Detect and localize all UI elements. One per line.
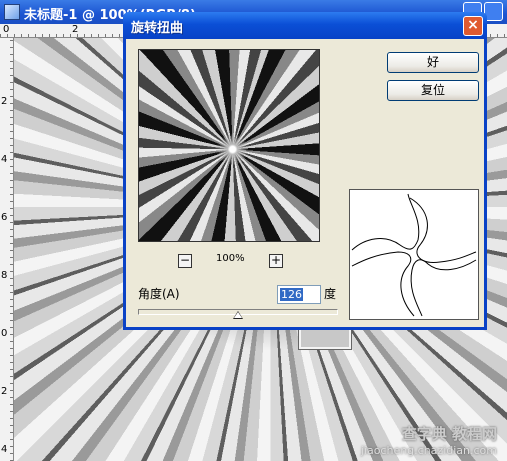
ruler-left-label: 4 (1, 154, 8, 165)
angle-input[interactable]: 126 (277, 285, 321, 304)
zoom-in-button[interactable]: + (269, 254, 283, 268)
ruler-left-label: 0 (1, 328, 8, 339)
close-button[interactable]: × (463, 16, 483, 36)
ruler-top-label: 0 (3, 24, 10, 35)
twirl-curves (351, 193, 477, 317)
angle-label: 角度(A) (138, 287, 180, 301)
angle-unit: 度 (324, 287, 337, 301)
filter-preview[interactable] (138, 49, 320, 242)
ruler-left-label: 6 (1, 212, 8, 223)
watermark-line1: 查字典 教程网 (401, 425, 497, 443)
watermark-line2: jiaocheng.chazidian.com (360, 444, 497, 457)
zoom-level: 100% (216, 253, 245, 264)
ruler-top-label: 2 (72, 24, 79, 35)
reset-button[interactable]: 复位 (387, 80, 479, 101)
dialog-title: 旋转扭曲 (131, 21, 184, 36)
photoshop-doc-icon (4, 4, 20, 20)
ok-button[interactable]: 好 (387, 52, 479, 73)
ruler-vertical[interactable]: 2 4 6 8 0 2 4 (0, 38, 14, 461)
ruler-left-label: 2 (1, 386, 8, 397)
twirl-dialog: 旋转扭曲 × − 100% + 好 复位 角度(A) 126 度 (123, 12, 487, 330)
zoom-out-button[interactable]: − (178, 254, 192, 268)
slider-thumb[interactable] (233, 311, 243, 319)
ruler-left-label: 8 (1, 270, 8, 281)
ruler-left-label: 2 (1, 96, 8, 107)
angle-value: 126 (280, 288, 303, 301)
watermark: 查字典 教程网 jiaocheng.chazidian.com (361, 423, 497, 457)
ruler-left-label: 4 (1, 444, 8, 455)
twirl-shape-preview (349, 189, 479, 320)
dialog-titlebar[interactable]: 旋转扭曲 × (123, 12, 487, 39)
